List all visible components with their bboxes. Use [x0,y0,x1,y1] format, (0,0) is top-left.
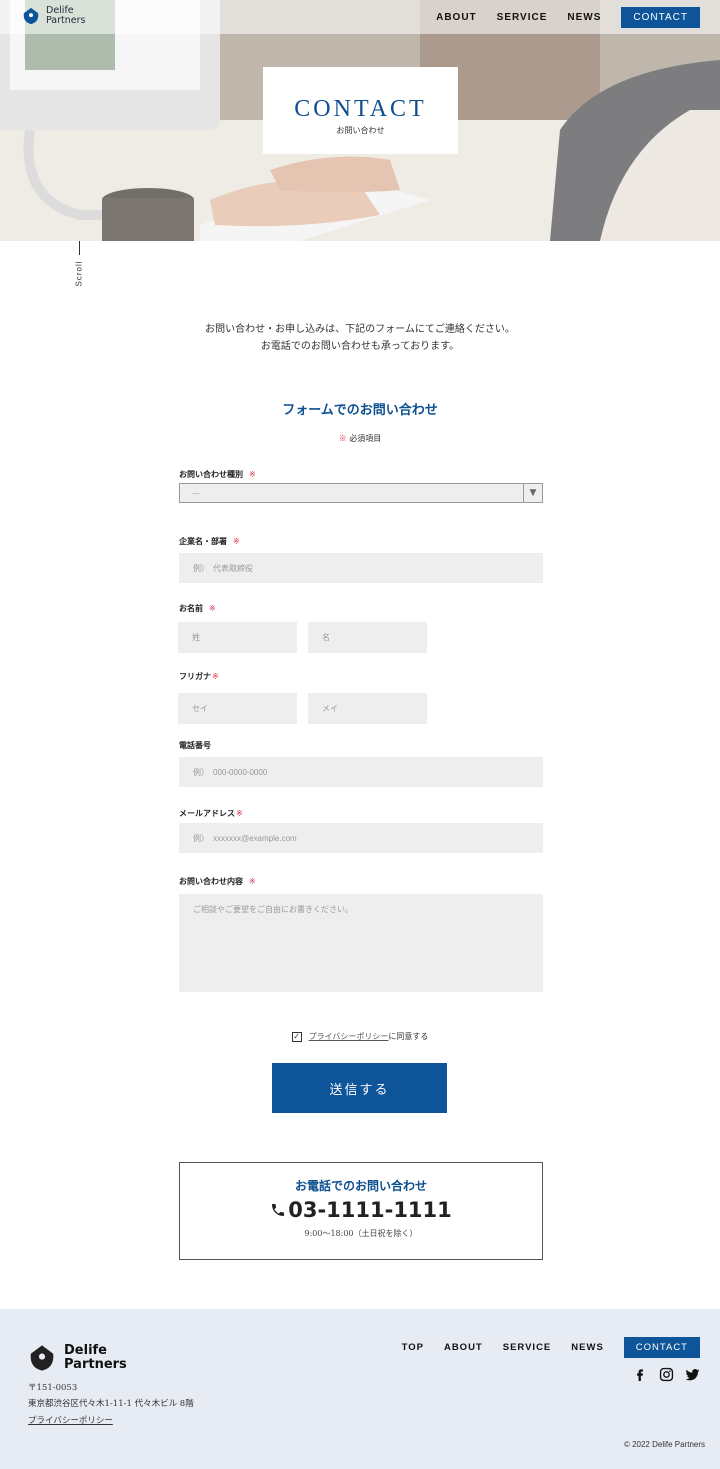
intro-line-2: お電話でのお問い合わせも承っております。 [260,341,460,352]
submit-button[interactable]: 送信する [272,1063,447,1113]
footer-address: 〒151-0053 東京都渋谷区代々木1-11-1 代々木ビル 8階 [28,1380,194,1412]
required-mark: ※ [338,434,347,443]
site-header: Delife Partners ABOUT SERVICE NEWS CONTA… [0,0,720,34]
main-nav: ABOUT SERVICE NEWS CONTACT [416,7,700,28]
copyright: © 2022 Delife Partners [623,1440,705,1449]
page-title: CONTACT [294,96,427,122]
instagram-icon[interactable] [658,1366,674,1382]
company-input[interactable]: 例） 代表取締役 [179,553,543,583]
required-note-text: 必須項目 [349,434,382,443]
footer-nav-top[interactable]: TOP [402,1342,424,1353]
phone-icon [272,1204,285,1216]
privacy-policy-link[interactable]: プライバシーポリシー [309,1031,389,1042]
intro-line-1: お問い合わせ・お申し込みは、下記のフォームにてご連絡ください。 [205,324,515,335]
phone-number-text: 03-1111-1111 [288,1198,452,1222]
footer-nav-service[interactable]: SERVICE [503,1342,552,1353]
footer-logo-mark-icon [30,1345,54,1371]
phone-contact-box: お電話でのお問い合わせ 03-1111-1111 9:00〜18:00（土日祝を… [179,1162,543,1260]
first-name-kana-input[interactable]: メイ [308,693,427,724]
logo-mark-icon [23,7,39,25]
footer-privacy-link[interactable]: プライバシーポリシー [28,1414,113,1426]
footer-nav-about[interactable]: ABOUT [444,1342,483,1353]
nav-contact-button[interactable]: CONTACT [621,7,700,28]
privacy-checkbox[interactable]: ✓ [291,1031,302,1042]
message-textarea[interactable]: ご相談やご要望をご自由にお書きください。 [179,894,543,992]
inquiry-type-label: お問い合わせ種別 ※ [179,469,256,479]
phone-number[interactable]: 03-1111-1111 [180,1198,542,1222]
footer-street: 東京都渋谷区代々木1-11-1 代々木ビル 8階 [28,1399,194,1409]
phone-hours: 9:00〜18:00（土日祝を除く） [304,1229,418,1238]
agree-text: に同意する [388,1032,429,1041]
footer-logo-line-1: Delife [64,1343,107,1358]
chevron-down-icon[interactable]: ▼ [523,484,542,502]
footer-nav-news[interactable]: NEWS [571,1342,604,1353]
last-name-input[interactable]: 姓 [178,622,297,653]
name-label: お名前 ※ [179,603,216,613]
facebook-icon[interactable] [632,1366,648,1382]
email-input[interactable]: 例） xxxxxxx@example.com [179,823,543,853]
kana-label: フリガナ※ [179,671,219,681]
message-label: お問い合わせ内容 ※ [179,876,256,886]
phone-input[interactable]: 例） 000-0000-0000 [179,757,543,787]
footer-contact-button[interactable]: CONTACT [623,1337,700,1358]
page-subtitle: お問い合わせ [336,126,385,135]
required-note: ※ 必須項目 [0,433,720,444]
inquiry-type-value: — [192,488,200,498]
nav-news[interactable]: NEWS [567,12,601,23]
email-label: メールアドレス※ [179,808,243,818]
logo-line-2: Partners [46,15,86,26]
phone-contact-title: お電話でのお問い合わせ [294,1179,427,1193]
nav-service[interactable]: SERVICE [497,12,548,23]
scroll-label: Scroll [74,260,84,287]
footer-nav: TOP ABOUT SERVICE NEWS CONTACT [382,1337,700,1358]
site-footer: Delife Partners 〒151-0053 東京都渋谷区代々木1-11-… [0,1309,720,1469]
page-title-box: CONTACT お問い合わせ [263,67,458,154]
scroll-line [79,241,80,255]
footer-logo-line-2: Partners [64,1357,127,1372]
footer-logo[interactable]: Delife Partners [28,1344,127,1372]
social-links [622,1366,700,1382]
phone-label: 電話番号 [179,740,211,750]
inquiry-type-select[interactable]: — ▼ [179,483,543,503]
nav-about[interactable]: ABOUT [436,12,477,23]
footer-postal: 〒151-0053 [28,1383,78,1393]
logo[interactable]: Delife Partners [22,6,85,26]
privacy-agreement: ✓ プライバシーポリシー に同意する [0,1031,720,1042]
intro-text: お問い合わせ・お申し込みは、下記のフォームにてご連絡ください。 お電話でのお問い… [0,321,720,355]
company-label: 企業名・部署 ※ [179,536,240,546]
first-name-input[interactable]: 名 [308,622,427,653]
last-name-kana-input[interactable]: セイ [178,693,297,724]
twitter-icon[interactable] [684,1366,700,1382]
form-heading: フォームでのお問い合わせ [282,403,438,418]
